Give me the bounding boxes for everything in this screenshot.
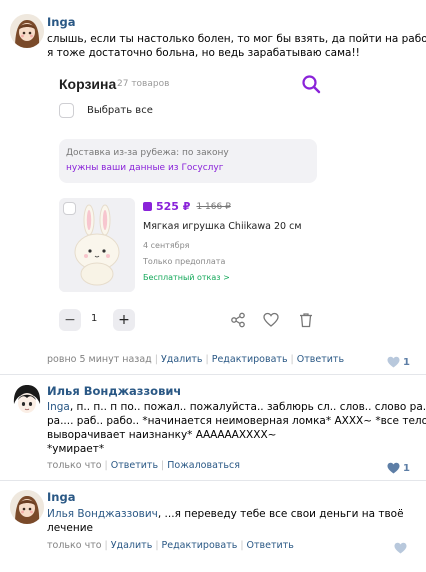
comment-text-line: Inga, п.. п.. п по.. пожал.. пожалуйста.…: [47, 400, 426, 415]
comment-text-line: слышь, если ты настолько болен, то мог б…: [47, 33, 426, 45]
comment-author[interactable]: Inga: [47, 490, 75, 504]
product-old-price: 1 166 ₽: [196, 201, 231, 212]
comment-timestamp[interactable]: ровно 5 минут назад: [47, 354, 152, 365]
like-heart-icon: [387, 462, 400, 474]
report-link[interactable]: Пожаловаться: [167, 460, 240, 471]
like-count: 1: [403, 356, 410, 368]
price-row: 525 ₽ 1 166 ₽: [143, 200, 231, 213]
heart-icon[interactable]: [263, 312, 279, 328]
mention-link[interactable]: Inga: [47, 401, 70, 413]
like-heart-icon: [387, 356, 400, 368]
prepay-note: Только предоплата: [143, 257, 226, 266]
comment-text-line: Илья Вонджаззович, ...я переведу тебе вс…: [47, 507, 404, 522]
comment-text-line: выворачивает наизнанку* АААААAXXXX~: [47, 429, 277, 441]
avatar-inga[interactable]: [10, 14, 44, 48]
product-price: 525 ₽: [156, 200, 191, 213]
edit-link[interactable]: Редактировать: [162, 540, 238, 551]
comment-text-fragment: , ...я переведу тебе все свои деньги на …: [157, 508, 404, 520]
delivery-notice-title: Доставка из-за рубежа: по закону: [66, 148, 229, 158]
delete-link[interactable]: Удалить: [161, 354, 203, 365]
comment-inga-1: Inga слышь, если ты настолько болен, то …: [0, 0, 426, 372]
share-icon[interactable]: [230, 312, 246, 328]
like-count: 1: [403, 462, 410, 474]
attached-cart-screenshot[interactable]: Корзина 27 товаров Выбрать все Доставка …: [47, 66, 335, 348]
like-button[interactable]: [394, 542, 410, 554]
reply-link[interactable]: Ответить: [297, 354, 344, 365]
reply-link[interactable]: Ответить: [247, 540, 294, 551]
comment-author[interactable]: Inga: [47, 15, 75, 29]
delivery-notice: Доставка из-за рубежа: по закону нужны в…: [59, 139, 317, 183]
search-icon[interactable]: [301, 74, 321, 94]
trash-icon[interactable]: [298, 312, 314, 328]
like-heart-icon: [394, 542, 407, 554]
delivery-date: 4 сентября: [143, 241, 190, 250]
comment-author[interactable]: Илья Вонджаззович: [47, 384, 181, 398]
quantity-increase-button[interactable]: +: [113, 309, 135, 331]
quantity-value: 1: [91, 313, 98, 324]
gosuslugi-data-link[interactable]: нужны ваши данные из Госуслуг: [66, 163, 223, 173]
comment-meta: ровно 5 минут назад | Удалить | Редактироват…: [47, 354, 345, 365]
comment-meta: только что | Ответить | Пожаловаться: [47, 460, 240, 471]
comment-timestamp[interactable]: только что: [47, 460, 102, 471]
comment-text-fragment: , п.. п.. п по.. пожал.. пожалуйста.. за…: [69, 401, 426, 413]
free-refund-link[interactable]: Бесплатный отказ >: [143, 273, 230, 282]
like-button[interactable]: 1: [387, 462, 410, 474]
like-button[interactable]: 1: [387, 356, 410, 368]
comment-ilya: Илья Вонджаззович Inga, п.. п.. п по.. п…: [0, 374, 426, 479]
comment-timestamp[interactable]: только что: [47, 540, 102, 551]
quantity-decrease-button[interactable]: −: [59, 309, 81, 331]
delete-link[interactable]: Удалить: [111, 540, 153, 551]
product-checkbox[interactable]: [63, 202, 76, 215]
comment-text-line: лечение: [47, 522, 93, 534]
comment-meta: только что | Удалить | Редактировать | Ответит…: [47, 540, 294, 551]
cart-title: Корзина: [59, 76, 117, 92]
avatar-inga[interactable]: [10, 490, 44, 524]
comment-inga-2: Inga Илья Вонджаззович, ...я переведу те…: [0, 480, 426, 572]
edit-link[interactable]: Редактировать: [212, 354, 288, 365]
cart-item-count: 27 товаров: [117, 79, 170, 89]
wallet-icon: [143, 202, 152, 211]
avatar-ilya[interactable]: [10, 382, 44, 416]
mention-link[interactable]: Илья Вонджаззович: [47, 508, 158, 520]
reply-link[interactable]: Ответить: [111, 460, 158, 471]
select-all-checkbox[interactable]: [59, 103, 74, 118]
comment-text-line: я тоже достаточно больна, но ведь зараба…: [47, 47, 360, 59]
select-all-label: Выбрать все: [87, 105, 153, 116]
comment-text-line: *умирает*: [47, 443, 105, 455]
comment-text-line: ра.... раб.. рабо.. *начинается неимовер…: [47, 415, 426, 427]
product-name[interactable]: Мягкая игрушка Chiikawa 20 см: [143, 221, 302, 232]
